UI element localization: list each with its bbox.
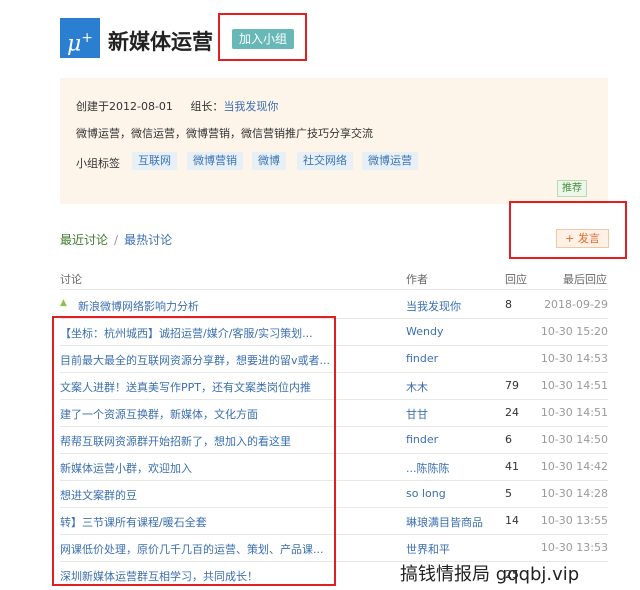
tab-hot[interactable]: 最热讨论: [124, 233, 172, 247]
group-info-panel: 创建于2012-08-01 组长：当我发现你 微博运营，微信运营，微博营销，微信…: [60, 78, 608, 204]
pinned-icon: ▲: [60, 298, 67, 308]
tab-recent[interactable]: 最近讨论: [60, 233, 108, 247]
last-reply-time: 10-30 14:51: [540, 406, 608, 419]
author-link[interactable]: so long: [406, 487, 446, 500]
author-link[interactable]: 甘甘: [406, 406, 428, 422]
table-row: ▲ 新浪微博网络影响力分析 当我发现你 8 2018-09-29: [60, 291, 608, 319]
reply-count: 41: [505, 460, 519, 473]
owner-label: 组长：: [190, 100, 224, 113]
info-meta-line: 创建于2012-08-01 组长：当我发现你: [76, 98, 278, 114]
owner-link[interactable]: 当我发现你: [223, 100, 278, 113]
column-header-author: 作者: [406, 273, 428, 286]
author-link[interactable]: ...陈陈陈: [406, 460, 450, 476]
author-link[interactable]: 世界和平: [406, 541, 450, 557]
tags-label: 小组标签: [76, 157, 120, 170]
author-link[interactable]: 当我发现你: [406, 298, 461, 314]
highlight-box-join: [218, 13, 307, 61]
author-link[interactable]: finder: [406, 352, 438, 365]
reply-count: 24: [505, 406, 519, 419]
highlight-box-post: [509, 201, 627, 259]
tab-separator: /: [114, 233, 119, 247]
last-reply-time: 10-30 14:51: [540, 379, 608, 392]
topic-title-link[interactable]: 新浪微博网络影响力分析: [78, 298, 199, 314]
recommend-button[interactable]: 推荐: [557, 180, 587, 197]
tag-link[interactable]: 互联网: [132, 152, 177, 170]
group-logo: μ+: [60, 18, 100, 58]
topic-tabs: 最近讨论 / 最热讨论: [60, 231, 172, 248]
reply-count: 6: [505, 433, 512, 446]
reply-count: 8: [505, 298, 512, 311]
last-reply-time: 10-30 13:53: [540, 541, 608, 554]
column-header-topic: 讨论: [60, 273, 82, 286]
column-header-last-reply: 最后回应: [563, 273, 607, 286]
last-reply-time: 10-30 15:20: [540, 325, 608, 338]
group-title: 新媒体运营: [108, 30, 213, 54]
highlight-box-topics: [52, 316, 336, 586]
author-link[interactable]: finder: [406, 433, 438, 446]
last-reply-time: 10-30 14:28: [540, 487, 608, 500]
tag-link[interactable]: 社交网络: [297, 152, 353, 170]
table-header-divider: [60, 289, 608, 290]
tag-link[interactable]: 微博: [252, 152, 286, 170]
logo-plus: +: [81, 30, 94, 46]
reply-count: 79: [505, 379, 519, 392]
reply-count: 14: [505, 514, 519, 527]
reply-count: 5: [505, 487, 512, 500]
last-reply-time: 10-30 14:53: [540, 352, 608, 365]
watermark-text: 搞钱情报局 gqqbj.vip: [400, 564, 580, 585]
last-reply-time: 10-30 14:42: [540, 460, 608, 473]
author-link[interactable]: 木木: [406, 379, 428, 395]
tag-link[interactable]: 微博营销: [187, 152, 243, 170]
author-link[interactable]: 琳琅满目皆商品: [406, 514, 483, 530]
last-reply-time: 2018-09-29: [544, 298, 608, 311]
group-description: 微博运营，微信运营，微博营销，微信营销推广技巧分享交流: [76, 127, 373, 140]
last-reply-time: 10-30 14:50: [540, 433, 608, 446]
last-reply-time: 10-30 13:55: [540, 514, 608, 527]
column-header-replies: 回应: [505, 273, 527, 286]
logo-mu: μ: [66, 31, 82, 57]
created-date: 创建于2012-08-01: [76, 100, 173, 113]
tag-link[interactable]: 微博运营: [362, 152, 418, 170]
author-link[interactable]: Wendy: [406, 325, 443, 338]
